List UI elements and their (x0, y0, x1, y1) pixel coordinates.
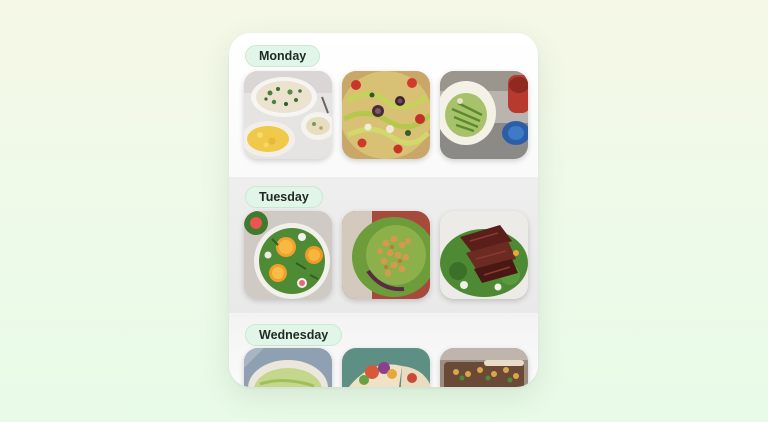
veggie-wrap-photo-icon (342, 348, 430, 387)
meal-thumbnail-slaw-bowl[interactable] (244, 348, 332, 387)
day-label-wednesday[interactable]: Wednesday (245, 324, 343, 346)
meal-thumbnail-rice-salad[interactable] (244, 71, 332, 159)
slaw-bowl-photo-icon (244, 348, 332, 387)
zucchini-noodles-photo-icon (342, 71, 430, 159)
green-bean-plate-photo-icon (440, 71, 528, 159)
steak-salad-photo-icon (440, 211, 528, 299)
grain-tray-photo-icon (440, 348, 528, 387)
day-section-monday: Monday (229, 33, 538, 177)
meal-row-tuesday (244, 211, 528, 299)
meal-thumbnail-chickpea-salad[interactable] (342, 211, 430, 299)
day-label-tuesday[interactable]: Tuesday (245, 186, 323, 208)
meal-thumbnail-veggie-wrap[interactable] (342, 348, 430, 387)
meal-thumbnail-grain-tray[interactable] (440, 348, 528, 387)
meal-thumbnail-steak-salad[interactable] (440, 211, 528, 299)
day-label-monday[interactable]: Monday (245, 45, 321, 67)
roasted-chickpea-salad-photo-icon (342, 211, 430, 299)
meal-row-wednesday (244, 348, 528, 387)
meal-thumbnail-zucchini-noodles[interactable] (342, 71, 430, 159)
meal-thumbnail-orange-salad[interactable] (244, 211, 332, 299)
day-section-tuesday: Tuesday (229, 177, 538, 313)
meal-thumbnail-green-beans[interactable] (440, 71, 528, 159)
rice-salad-bowls-photo-icon (244, 71, 332, 159)
meal-plan-card: Monday Tuesday Wednesday (229, 33, 538, 387)
day-section-wednesday: Wednesday (229, 313, 538, 387)
orange-radish-salad-photo-icon (244, 211, 332, 299)
meal-row-monday (244, 71, 528, 159)
